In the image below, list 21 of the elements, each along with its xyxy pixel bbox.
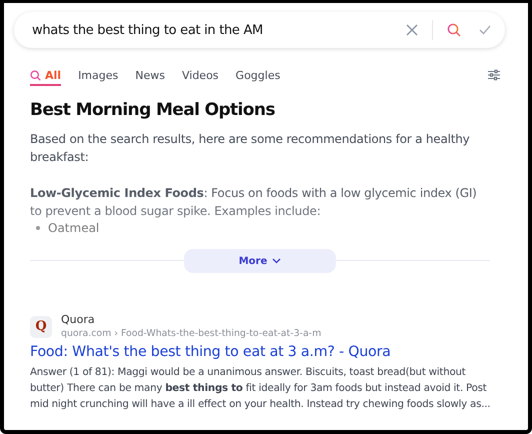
search-icon[interactable]: [447, 23, 461, 37]
bullet-icon: [36, 226, 40, 230]
more-button[interactable]: More: [184, 249, 336, 273]
chevron-down-icon: [272, 258, 282, 264]
list-item: Oatmeal: [48, 220, 100, 236]
tab[interactable]: Goggles: [236, 64, 280, 86]
tab[interactable]: News: [135, 64, 165, 86]
close-icon[interactable]: [406, 24, 418, 36]
settings-icon[interactable]: [488, 69, 500, 81]
answer-text: Low-Glycemic Index Foods: Focus on foods with a low glycemic index (GI) to prevent a blood sugar spike. Examples include:: [30, 185, 478, 220]
check-icon[interactable]: [479, 25, 491, 35]
answer-title: Best Morning Meal Options: [30, 100, 276, 120]
site-favicon: Q: [30, 316, 52, 338]
search-field[interactable]: whats the best thing to eat in the AM: [32, 22, 406, 38]
answer-text: Based on the search results, here are some recommendations for a healthy breakfast:: [30, 131, 471, 166]
result-url: quora.com › Food-Whats-the-best-thing-to-eat-at-3-a-m: [61, 327, 322, 340]
tab[interactable]: Images: [78, 64, 118, 86]
tab[interactable]: Videos: [182, 64, 219, 86]
site-name: Quora: [61, 313, 96, 327]
result-title-link[interactable]: Food: What's the best thing to eat at 3 a.m? - Quora: [30, 344, 500, 360]
result-snippet: Answer (1 of 81): Maggi would be a unanimous answer. Biscuits, toast bread(but without butter) There can be many best things to fit ideally for 3am foods but instead avoid it. Post mid night crunching will have a ill effect on your health. Instead try chewing foods slowly as...: [30, 366, 492, 412]
